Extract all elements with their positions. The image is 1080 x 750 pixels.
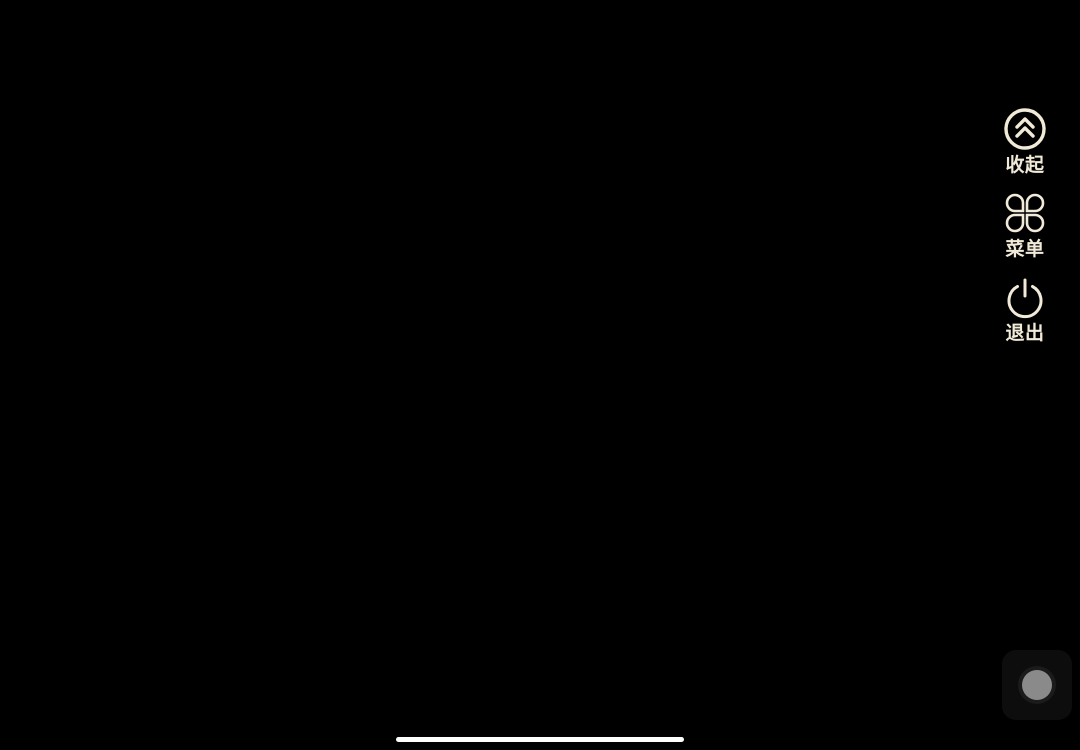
exit-button[interactable]: 退出 <box>990 274 1060 344</box>
collapse-label: 收起 <box>1005 154 1045 176</box>
menu-button[interactable]: 菜单 <box>990 190 1060 260</box>
assistive-touch-dot <box>1022 670 1052 700</box>
menu-grid-icon <box>1005 193 1045 233</box>
power-icon <box>1007 278 1043 319</box>
menu-label: 菜单 <box>1005 238 1045 260</box>
home-indicator[interactable] <box>396 737 684 742</box>
assistive-touch-icon <box>1018 666 1056 704</box>
collapse-button[interactable]: 收起 <box>990 106 1060 176</box>
exit-label: 退出 <box>1005 322 1045 344</box>
side-menu: 收起 菜单 退出 <box>990 106 1060 358</box>
app-screen: 收起 菜单 退出 <box>0 0 1080 750</box>
chevron-double-up-icon <box>1004 108 1046 150</box>
assistive-touch-button[interactable] <box>1002 650 1072 720</box>
